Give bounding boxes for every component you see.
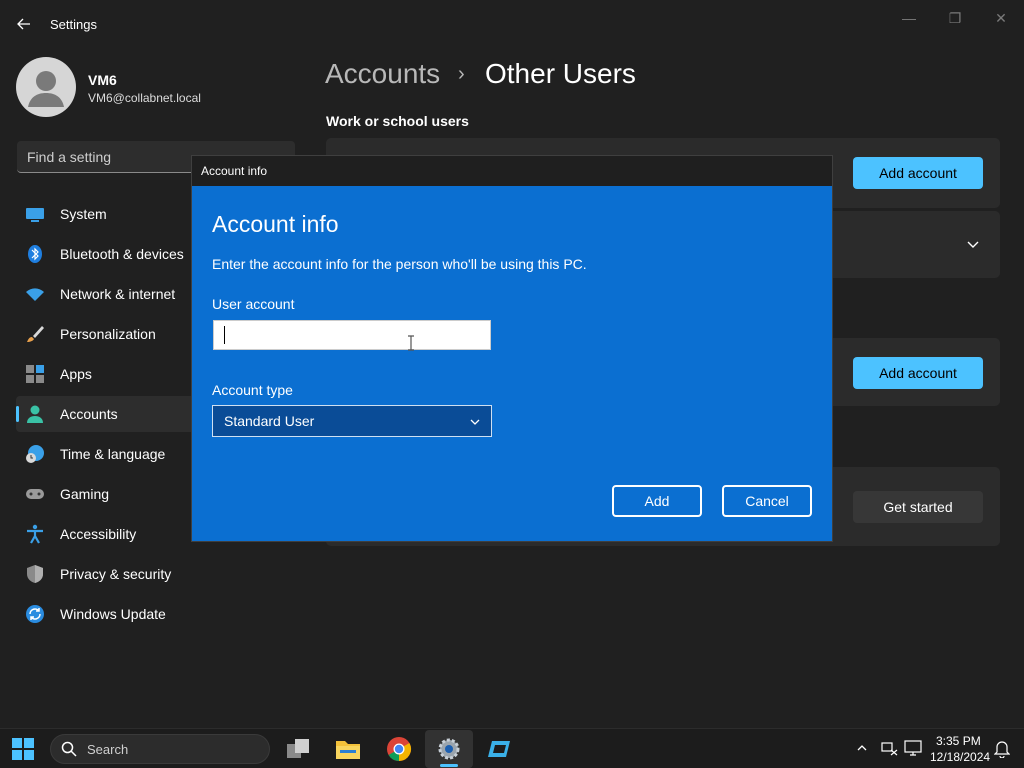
clock-date[interactable]: 12/18/2024 <box>930 750 990 764</box>
sidebar-item-label: Gaming <box>60 486 110 502</box>
sidebar-item-label: Time & language <box>60 446 166 462</box>
sidebar-item-label: Privacy & security <box>60 566 172 582</box>
sidebar-item-label: Bluetooth & devices <box>60 246 184 262</box>
close-button[interactable]: ✕ <box>984 6 1018 30</box>
gear-icon <box>438 738 460 760</box>
add-other-user-button[interactable]: Add account <box>853 357 983 389</box>
person-icon <box>28 71 64 107</box>
task-view-button[interactable] <box>282 733 314 765</box>
show-hidden-icons-button[interactable] <box>856 741 868 759</box>
sidebar-item-label: Accessibility <box>60 526 137 542</box>
taskbar-search[interactable]: Search <box>50 734 270 764</box>
sidebar-item-system[interactable]: System <box>16 196 196 232</box>
sidebar-item-label: System <box>60 206 107 222</box>
chevron-down-icon <box>470 419 480 425</box>
maximize-button[interactable]: ❐ <box>938 6 972 30</box>
account-type-select[interactable]: Standard User <box>212 405 492 437</box>
start-button[interactable] <box>7 733 39 765</box>
sidebar-item-gaming[interactable]: Gaming <box>16 476 196 512</box>
monitor-icon <box>904 740 922 756</box>
file-explorer-button[interactable] <box>332 733 364 765</box>
windows-logo-icon <box>12 738 34 760</box>
taskbar: Search 3:35 PM 12/18/2024 <box>0 728 1024 768</box>
cancel-button[interactable]: Cancel <box>722 485 812 517</box>
get-started-button[interactable]: Get started <box>853 491 983 523</box>
user-account-label: User account <box>212 296 295 312</box>
account-info-dialog: Account info Account info Enter the acco… <box>191 155 833 542</box>
notifications-button[interactable] <box>993 740 1011 763</box>
remote-app-button[interactable] <box>483 733 515 765</box>
active-app-indicator <box>440 764 458 767</box>
sidebar-item-apps[interactable]: Apps <box>16 356 196 392</box>
account-type-value: Standard User <box>224 413 315 429</box>
settings-taskbar-button[interactable] <box>433 733 465 765</box>
sidebar-item-label: Network & internet <box>60 286 176 302</box>
remote-desktop-icon <box>488 741 510 757</box>
task-view-icon <box>287 739 309 758</box>
user-account-input[interactable] <box>213 320 491 351</box>
sidebar-item-label: Windows Update <box>60 606 166 622</box>
breadcrumb-accounts[interactable]: Accounts <box>325 58 440 90</box>
update-icon <box>26 605 44 623</box>
account-type-label: Account type <box>212 382 293 398</box>
back-arrow-icon <box>17 18 30 30</box>
chrome-button[interactable] <box>383 733 415 765</box>
network-offline-icon <box>881 742 898 756</box>
folder-icon <box>336 741 360 759</box>
back-button[interactable] <box>12 12 36 36</box>
dialog-heading: Account info <box>212 211 339 237</box>
gamepad-icon <box>26 489 44 499</box>
sidebar-item-time-language[interactable]: Time & language <box>16 436 196 472</box>
sidebar-item-accounts[interactable]: Accounts <box>16 396 196 432</box>
clock-globe-icon <box>26 445 44 463</box>
avatar[interactable] <box>16 57 76 117</box>
chrome-icon <box>387 737 412 761</box>
sidebar-item-privacy[interactable]: Privacy & security <box>16 556 196 592</box>
active-indicator <box>16 406 19 422</box>
text-caret <box>224 326 225 344</box>
bluetooth-icon <box>28 245 42 263</box>
sidebar-item-label: Apps <box>60 366 92 382</box>
clock-time[interactable]: 3:35 PM <box>936 734 981 748</box>
shield-icon <box>27 565 43 583</box>
ibeam-cursor-icon <box>408 335 414 351</box>
network-tray-icon[interactable] <box>880 740 898 761</box>
section-title: Work or school users <box>326 113 469 129</box>
dialog-title: Account info <box>201 164 268 178</box>
sidebar-item-personalization[interactable]: Personalization <box>16 316 196 352</box>
find-setting-placeholder: Find a setting <box>27 149 112 165</box>
sidebar-item-label: Personalization <box>60 326 156 342</box>
search-icon <box>61 741 77 757</box>
user-name: VM6 <box>88 72 117 88</box>
dialog-description: Enter the account info for the person wh… <box>212 256 587 272</box>
sidebar-item-accessibility[interactable]: Accessibility <box>16 516 196 552</box>
add-work-account-button[interactable]: Add account <box>853 157 983 189</box>
sidebar-item-label: Accounts <box>60 406 118 422</box>
dialog-titlebar[interactable]: Account info <box>192 156 832 186</box>
chevron-up-icon <box>857 745 867 751</box>
accessibility-icon <box>27 524 43 544</box>
breadcrumb-separator: › <box>458 63 465 85</box>
chevron-down-icon <box>967 241 979 248</box>
bell-icon <box>993 741 1011 759</box>
minimize-button[interactable]: — <box>892 6 926 30</box>
taskbar-search-placeholder: Search <box>87 742 129 757</box>
wifi-icon <box>26 288 44 301</box>
page-title: Other Users <box>485 58 636 89</box>
system-icon <box>26 208 44 222</box>
sidebar-item-network[interactable]: Network & internet <box>16 276 196 312</box>
apps-icon <box>26 365 44 383</box>
sidebar-item-windows-update[interactable]: Windows Update <box>16 596 196 632</box>
accounts-icon <box>27 405 43 423</box>
brush-icon <box>27 326 44 342</box>
sidebar-item-bluetooth[interactable]: Bluetooth & devices <box>16 236 196 272</box>
window-title: Settings <box>50 17 97 32</box>
user-email: VM6@collabnet.local <box>88 91 201 105</box>
add-button[interactable]: Add <box>612 485 702 517</box>
display-tray-icon[interactable] <box>904 740 922 761</box>
